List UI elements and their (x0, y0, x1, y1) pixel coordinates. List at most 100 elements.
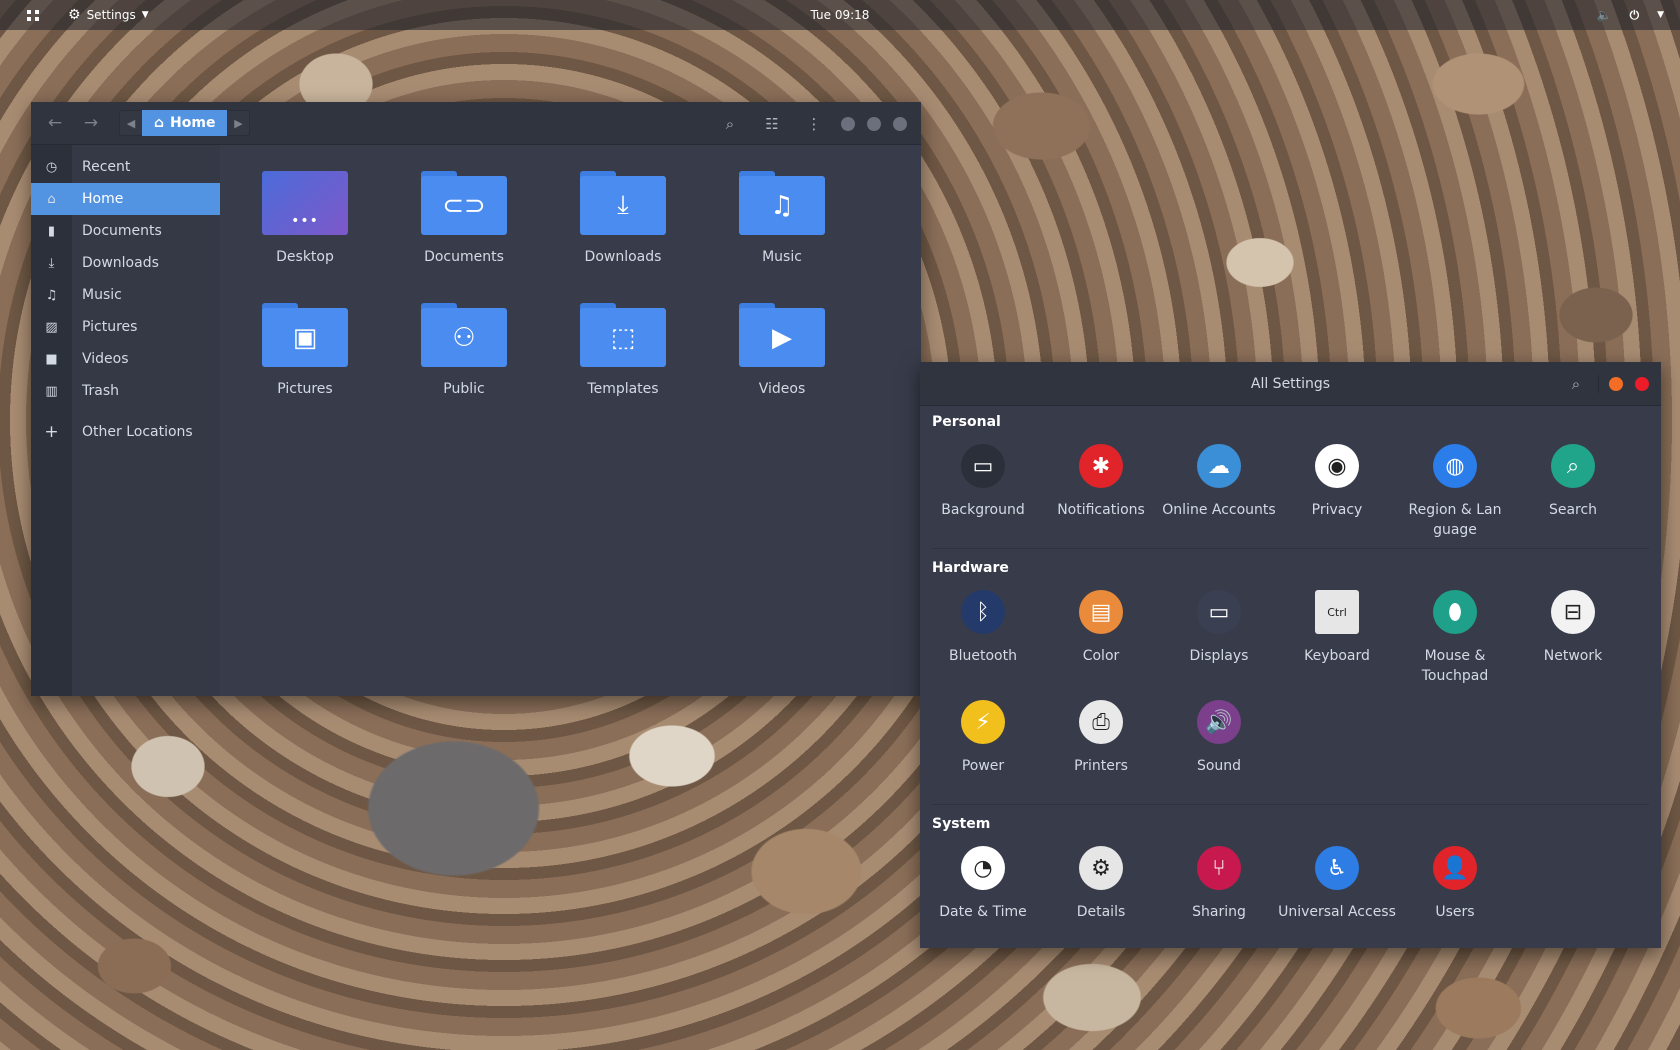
settings-panel-privacy[interactable]: ◉ Privacy (1278, 444, 1396, 520)
sidebar-item-trash[interactable]: ▥ Trash (31, 375, 220, 407)
list-view-icon: ☷ (765, 114, 779, 133)
settings-panel-network[interactable]: ⊟ Network (1514, 590, 1632, 666)
settings-panel-color[interactable]: ▤ Color (1042, 590, 1160, 666)
settings-panel-label: Power (961, 758, 1005, 774)
clock[interactable]: Tue 09:18 (0, 8, 1680, 22)
search-button[interactable]: ⌕ (709, 109, 751, 139)
view-options-button[interactable]: ☷ (751, 109, 793, 139)
folder-item-desktop[interactable]: ••• Desktop (240, 171, 370, 265)
activities-button[interactable] (18, 9, 48, 21)
folder-item-pictures[interactable]: ▣ Pictures (240, 303, 370, 397)
minimize-button[interactable] (1609, 377, 1623, 391)
cloud-icon: ☁ (1197, 444, 1241, 488)
folder-item-videos[interactable]: ▶ Videos (717, 303, 847, 397)
folder-item-templates[interactable]: ⬚ Templates (558, 303, 688, 397)
settings-panel-region-lan-guage[interactable]: ◍ Region & Lan guage (1396, 444, 1514, 540)
forward-button[interactable]: → (73, 108, 109, 138)
sidebar-item-label: Recent (82, 159, 131, 175)
section-heading-personal: Personal (932, 414, 1001, 430)
header-separator (1598, 375, 1599, 393)
settings-panel-power[interactable]: ⚡ Power (924, 700, 1042, 776)
sidebar-item-label: Videos (82, 351, 129, 367)
section-heading-system: System (932, 816, 991, 832)
folder-grid: ••• Desktop ⊂⊃ Documents ⤓ Downloads ♫ Music ▣ Pi… (220, 145, 921, 696)
sidebar-item-label: Other Locations (82, 424, 193, 440)
folder-item-music[interactable]: ♫ Music (717, 171, 847, 265)
sidebar-item-documents[interactable]: ▮ Documents (31, 215, 220, 247)
settings-panel-date-time[interactable]: ◔ Date & Time (924, 846, 1042, 922)
path-scroll-right-button[interactable]: ▶ (227, 111, 249, 135)
kebab-menu-icon: ⋮ (806, 114, 822, 133)
settings-panel-printers[interactable]: ⎙ Printers (1042, 700, 1160, 776)
sidebar-item-videos[interactable]: ■ Videos (31, 343, 220, 375)
sidebar-item-other-locations[interactable]: + Other Locations (31, 416, 220, 448)
app-menu-label: Settings (86, 8, 136, 22)
settings-panel-label: Notifications (1057, 502, 1145, 518)
app-menu[interactable]: ⚙ Settings ▼ (68, 7, 149, 23)
accessibility-icon: ♿ (1315, 846, 1359, 890)
back-button[interactable]: ← (37, 108, 73, 138)
chevron-left-icon: ◀ (126, 116, 136, 130)
document-icon: ▮ (47, 223, 56, 239)
settings-search-button[interactable]: ⌕ (1558, 369, 1594, 399)
gear-icon: ⚙ (1079, 846, 1123, 890)
settings-panel-online-accounts[interactable]: ☁ Online Accounts (1160, 444, 1278, 520)
picture-icon: ▨ (45, 319, 58, 335)
settings-panel-displays[interactable]: ▭ Displays (1160, 590, 1278, 666)
settings-panel-sound[interactable]: 🔊 Sound (1160, 700, 1278, 776)
power-icon: ⏻ (1629, 7, 1640, 22)
sidebar-item-label: Home (82, 191, 124, 207)
sharing-icon: ⑂ (1197, 846, 1241, 890)
settings-panel-label: Search (1548, 502, 1598, 518)
folder-icon: ⚇ (421, 303, 507, 367)
system-tray[interactable]: 🔈 ⏻ ▼ (1597, 8, 1664, 23)
folder-icon: ••• (262, 171, 348, 235)
path-bar: ◀ ⌂ Home ▶ (119, 110, 251, 136)
settings-panel-label: Sound (1196, 758, 1242, 774)
trash-icon: ▥ (45, 383, 58, 399)
settings-panel-background[interactable]: ▭ Background (924, 444, 1042, 520)
folder-item-public[interactable]: ⚇ Public (399, 303, 529, 397)
settings-panel-search[interactable]: ⌕ Search (1514, 444, 1632, 520)
settings-panel-details[interactable]: ⚙ Details (1042, 846, 1160, 922)
folder-label: Documents (424, 249, 504, 265)
files-header-bar: ← → ◀ ⌂ Home ▶ ⌕ ☷ ⋮ (31, 102, 921, 145)
close-button[interactable] (1635, 377, 1649, 391)
path-crumb-label: Home (170, 115, 216, 131)
folder-label: Videos (758, 381, 806, 397)
settings-panel-universal-access[interactable]: ♿ Universal Access (1278, 846, 1396, 922)
minimize-button[interactable] (841, 116, 855, 131)
settings-panel-label: Mouse & Touchpad (1421, 648, 1489, 684)
close-button[interactable] (893, 116, 907, 131)
globe-icon: ◍ (1433, 444, 1477, 488)
maximize-button[interactable] (867, 116, 881, 131)
settings-panel-mouse-touchpad[interactable]: ⬮ Mouse & Touchpad (1396, 590, 1514, 686)
sidebar-item-recent[interactable]: ◷ Recent (31, 151, 220, 183)
folder-item-downloads[interactable]: ⤓ Downloads (558, 171, 688, 265)
settings-panel-notifications[interactable]: ✱ Notifications (1042, 444, 1160, 520)
chevron-right-icon: ▶ (234, 116, 243, 130)
menu-button[interactable]: ⋮ (793, 109, 835, 139)
folder-item-documents[interactable]: ⊂⊃ Documents (399, 171, 529, 265)
sidebar-item-downloads[interactable]: ⤓ Downloads (31, 247, 220, 279)
download-icon: ⤓ (48, 255, 55, 271)
settings-panel-label: Date & Time (939, 904, 1027, 920)
path-crumb-home[interactable]: ⌂ Home (142, 110, 228, 136)
folder-icon: ⬚ (580, 303, 666, 367)
section-heading-hardware: Hardware (932, 560, 1009, 576)
files-body: ◷ Recent ⌂ Home ▮ Documents ⤓ Downloads ♫ Music ▨ P… (31, 145, 921, 696)
settings-panel-keyboard[interactable]: Ctrl Keyboard (1278, 590, 1396, 666)
settings-header-actions: ⌕ (1558, 362, 1655, 406)
users-icon: 👤 (1433, 846, 1477, 890)
settings-panel-label: Privacy (1311, 502, 1363, 518)
settings-panel-sharing[interactable]: ⑂ Sharing (1160, 846, 1278, 922)
search-icon: ⌕ (1571, 375, 1581, 393)
settings-panel-users[interactable]: 👤 Users (1396, 846, 1514, 922)
section-divider (932, 548, 1649, 549)
sidebar-item-home[interactable]: ⌂ Home (31, 183, 220, 215)
folder-icon: ♫ (739, 171, 825, 235)
path-scroll-left-button[interactable]: ◀ (120, 111, 142, 135)
sidebar-item-pictures[interactable]: ▨ Pictures (31, 311, 220, 343)
sidebar-item-music[interactable]: ♫ Music (31, 279, 220, 311)
settings-panel-bluetooth[interactable]: ᛒ Bluetooth (924, 590, 1042, 666)
